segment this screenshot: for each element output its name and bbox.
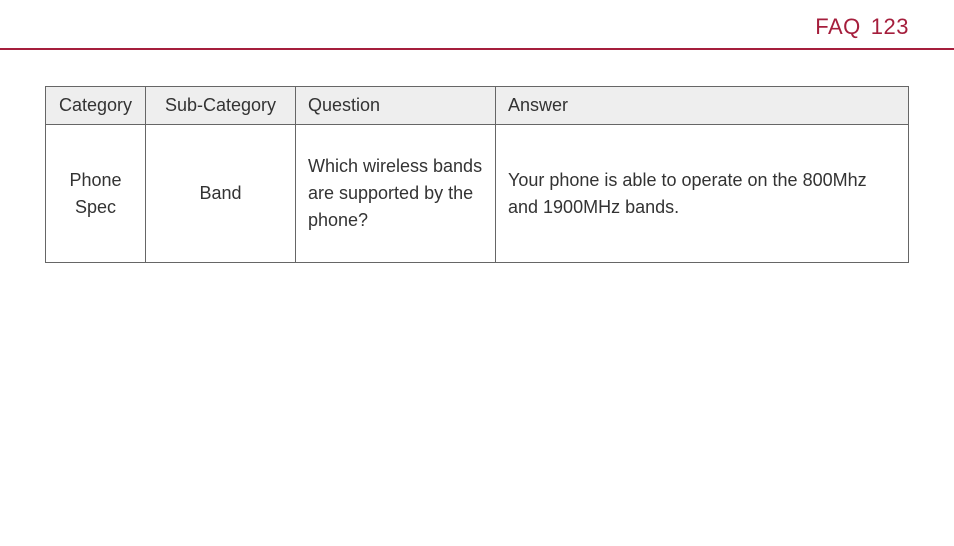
page-title: FAQ xyxy=(815,14,861,40)
header-answer: Answer xyxy=(496,87,909,125)
page-header: FAQ 123 xyxy=(0,0,954,50)
header-question: Question xyxy=(296,87,496,125)
cell-answer: Your phone is able to operate on the 800… xyxy=(496,125,909,263)
table-row: Phone Spec Band Which wireless bands are… xyxy=(46,125,909,263)
cell-subcategory: Band xyxy=(146,125,296,263)
header-subcategory: Sub-Category xyxy=(146,87,296,125)
cell-question: Which wireless bands are supported by th… xyxy=(296,125,496,263)
faq-table: Category Sub-Category Question Answer Ph… xyxy=(45,86,909,263)
page-content: Category Sub-Category Question Answer Ph… xyxy=(0,50,954,263)
table-header-row: Category Sub-Category Question Answer xyxy=(46,87,909,125)
page-number: 123 xyxy=(871,14,909,40)
cell-category: Phone Spec xyxy=(46,125,146,263)
header-category: Category xyxy=(46,87,146,125)
